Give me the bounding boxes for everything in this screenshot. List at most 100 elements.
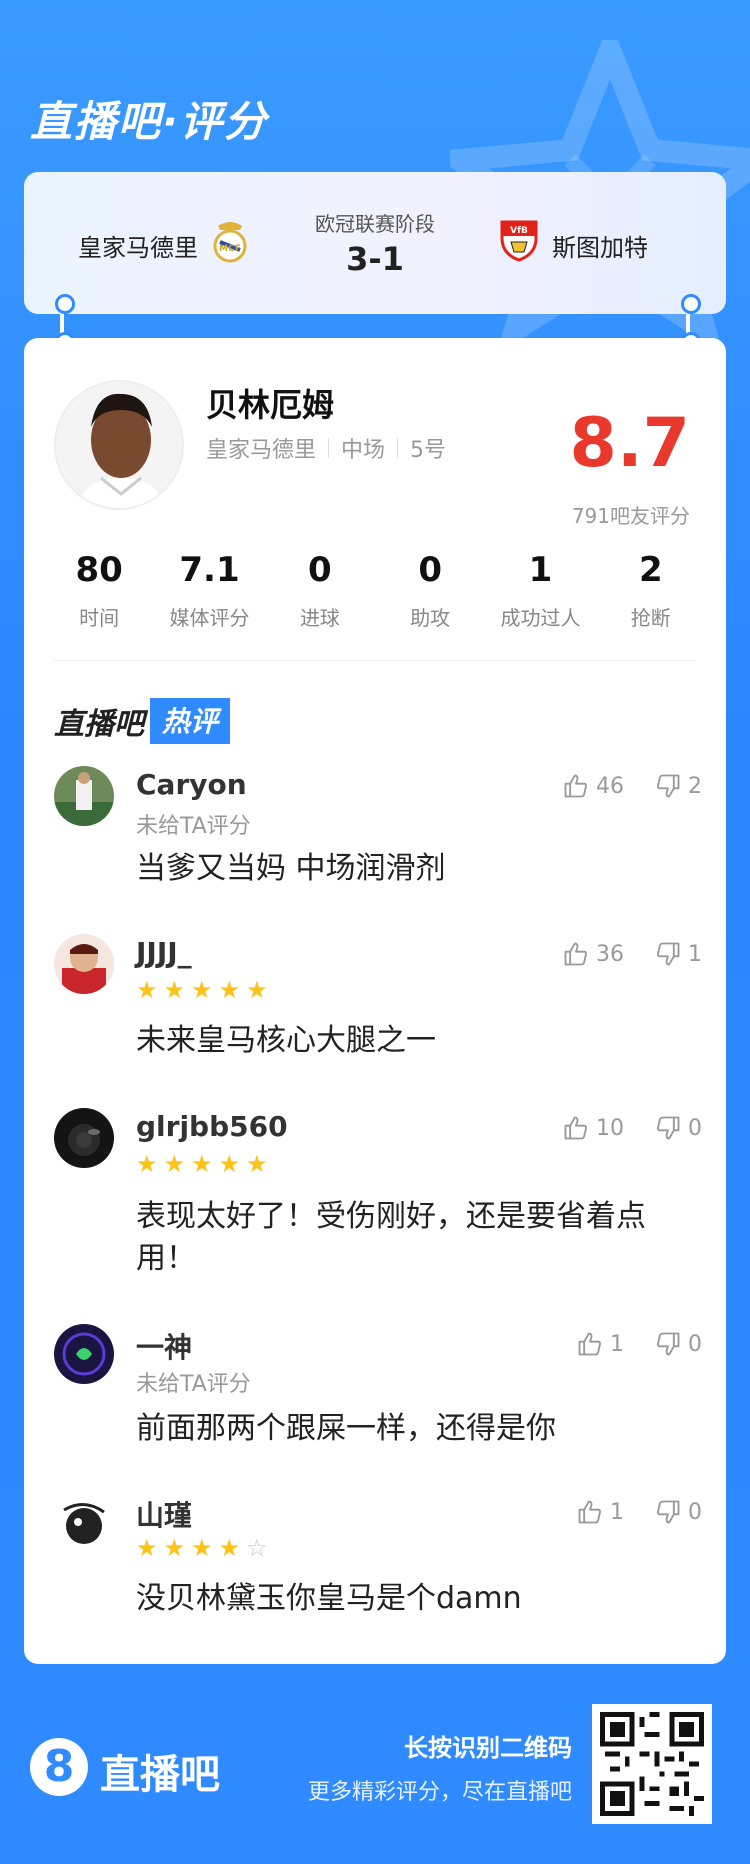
dislike-button[interactable]: 2 (654, 772, 702, 800)
star-rating: ★ ★ ★ ★ ★ (136, 1152, 268, 1176)
thumbs-down-icon (657, 1116, 680, 1140)
star-rating: ★ ★ ★ ★ ★ (136, 978, 268, 1002)
dislike-button[interactable]: 0 (654, 1330, 702, 1358)
stat-label: 时间 (79, 606, 120, 630)
comment-username[interactable]: 山瑾 (136, 1494, 192, 1534)
stat-minutes: 80 时间 (44, 550, 154, 631)
zhibo8-logo-icon: 8 (30, 1738, 88, 1796)
stat-assists: 0 助攻 (375, 550, 485, 631)
star-icon: ★ (246, 976, 268, 1004)
stat-dribbles: 1 成功过人 (485, 550, 595, 631)
comment-text: 当爹又当妈 中场润滑剂 (136, 851, 446, 886)
comment-item: 一神 未给TA评分 1 0 前面那两个跟屎一样，还得是你 (54, 1324, 702, 1474)
svg-text:VfB: VfB (510, 226, 528, 236)
player-rating-card: 贝林厄姆 皇家马德里 中场 5号 8.7 791吧友评分 80 时间 7.1 媒体评… (24, 338, 726, 1664)
dislike-count: 2 (688, 773, 702, 799)
hot-heading-tag: 热评 (150, 698, 231, 744)
dislike-button[interactable]: 0 (654, 1114, 702, 1142)
away-team-name: 斯图加特 (552, 234, 648, 262)
footer-tagline: 更多精彩评分，尽在直播吧 (307, 1780, 572, 1805)
dislike-count: 0 (688, 1499, 702, 1525)
vote-group: 46 2 (562, 772, 702, 800)
stat-media-rating: 7.1 媒体评分 (154, 550, 264, 631)
like-button[interactable]: 10 (562, 1114, 624, 1142)
star-icon: ★ (246, 1150, 268, 1178)
stat-label: 成功过人 (500, 606, 581, 630)
user-avatar[interactable] (54, 1492, 114, 1552)
stat-value: 7.1 (179, 550, 240, 590)
match-card[interactable]: 皇家马德里 MCF 欧冠联赛阶段 3-1 VfB 斯图加特 (24, 172, 726, 314)
vote-group: 36 1 (562, 940, 702, 968)
stat-value: 0 (418, 550, 442, 590)
like-button[interactable]: 1 (576, 1498, 624, 1526)
star-icon: ★ (191, 1534, 213, 1562)
player-number: 5号 (410, 438, 447, 463)
stat-value: 0 (307, 550, 332, 590)
star-icon: ★ (218, 1534, 241, 1562)
star-icon: ★ (136, 1150, 158, 1178)
thumbs-down-icon (657, 942, 680, 966)
like-button[interactable]: 36 (562, 940, 624, 968)
comment-text: 未来皇马核心大腿之一 (136, 1023, 436, 1058)
like-button[interactable]: 46 (562, 772, 624, 800)
player-meta: 皇家马德里 中场 5号 (206, 432, 446, 464)
player-position: 中场 (341, 438, 386, 463)
thumbs-up-icon (564, 942, 587, 966)
comment-text: 没贝林黛玉你皇马是个damn (136, 1581, 522, 1616)
like-count: 10 (596, 1115, 624, 1141)
thumbs-down-icon (657, 774, 680, 798)
vote-group: 1 0 (576, 1330, 702, 1358)
user-avatar[interactable] (54, 1108, 114, 1168)
comment-item: 山瑾 ★ ★ ★ ★ ☆ 1 0 没贝林黛玉你皇马是个damn (54, 1492, 702, 1642)
comment-username[interactable]: 一神 (136, 1326, 192, 1366)
qr-prompt: 长按识别二维码 (404, 1734, 572, 1762)
stat-value: 1 (528, 550, 553, 590)
vote-group: 10 0 (562, 1114, 702, 1142)
thumbs-up-icon (578, 1332, 601, 1356)
stat-tackles: 2 抢断 (596, 550, 706, 631)
comment-username[interactable]: glrjbb560 (136, 1110, 288, 1143)
stuttgart-crest-icon: VfB (500, 220, 538, 262)
dislike-count: 1 (688, 941, 702, 967)
star-icon: ★ (163, 1534, 186, 1562)
comment-username[interactable]: Caryon (136, 768, 247, 801)
dislike-count: 0 (688, 1115, 702, 1141)
qr-code[interactable] (592, 1704, 712, 1824)
like-button[interactable]: 1 (576, 1330, 624, 1358)
player-name: 贝林厄姆 (206, 386, 335, 424)
stat-label: 进球 (299, 606, 340, 630)
stat-label: 媒体评分 (169, 606, 250, 630)
comment-item: Caryon 未给TA评分 46 2 当爹又当妈 中场润滑剂 (54, 766, 702, 916)
user-avatar[interactable] (54, 766, 114, 826)
thumbs-up-icon (578, 1500, 601, 1524)
hot-heading-prefix: 直播吧 (54, 707, 144, 742)
stat-value: 80 (75, 550, 123, 590)
meta-divider (328, 438, 330, 458)
meta-divider (397, 438, 399, 458)
star-icon: ★ (163, 976, 186, 1004)
dislike-button[interactable]: 0 (654, 1498, 702, 1526)
star-icon: ★ (136, 1534, 158, 1562)
comment-rating-status: 未给TA评分 (136, 1372, 251, 1397)
star-icon: ★ (191, 1150, 213, 1178)
user-avatar[interactable] (54, 1324, 114, 1384)
thumbs-up-icon (564, 774, 587, 798)
thumbs-up-icon (564, 1116, 587, 1140)
star-icon: ★ (163, 1150, 186, 1178)
page-title: 直播吧·评分 (30, 97, 268, 146)
user-avatar[interactable] (54, 934, 114, 994)
footer-brand-name: 直播吧 (100, 1752, 220, 1798)
thumbs-down-icon (657, 1332, 680, 1356)
player-avatar (54, 380, 184, 510)
section-divider (54, 660, 696, 661)
dislike-button[interactable]: 1 (654, 940, 702, 968)
star-icon: ★ (218, 1150, 241, 1178)
comment-username[interactable]: JJJJ_ (136, 936, 192, 969)
like-count: 1 (610, 1331, 624, 1357)
star-icon: ★ (218, 976, 241, 1004)
player-team: 皇家马德里 (206, 438, 317, 463)
stat-label: 抢断 (630, 606, 671, 630)
vote-group: 1 0 (576, 1498, 702, 1526)
like-count: 1 (610, 1499, 624, 1525)
comment-rating-status: 未给TA评分 (136, 814, 251, 839)
